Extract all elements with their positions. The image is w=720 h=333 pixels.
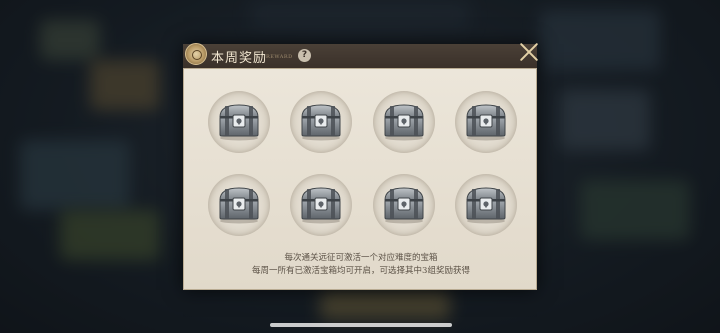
dialog-title: 本周奖励 [211, 51, 268, 66]
weekly-reward-dialog: 本周奖励 REWARD ? 每次通关远征可激活一个对应难度的宝箱 每周一所有已激… [183, 43, 537, 290]
reward-chest-slot[interactable] [455, 174, 517, 236]
dialog-header: 本周奖励 REWARD ? [183, 43, 537, 69]
help-button[interactable]: ? [298, 49, 311, 62]
reward-chest-slot[interactable] [290, 91, 352, 153]
description-line-1: 每次通关远征可激活一个对应难度的宝箱 [284, 253, 438, 263]
reward-chest-slot[interactable] [373, 91, 435, 153]
reward-chest-slot[interactable] [208, 91, 270, 153]
dialog-body: 每次通关远征可激活一个对应难度的宝箱 每周一所有已激活宝箱均可开启，可选择其中3… [183, 68, 537, 290]
reward-chest-slot[interactable] [290, 174, 352, 236]
reward-chest-slot[interactable] [208, 174, 270, 236]
close-icon[interactable] [517, 40, 541, 64]
reward-chest-slot[interactable] [455, 91, 517, 153]
reward-chest-slot[interactable] [373, 174, 435, 236]
home-indicator[interactable] [270, 323, 452, 327]
dialog-subtitle: REWARD [266, 54, 293, 60]
reward-emblem-icon [185, 43, 207, 65]
description-line-2: 每周一所有已激活宝箱均可开启，可选择其中3组奖励获得 [252, 266, 470, 276]
